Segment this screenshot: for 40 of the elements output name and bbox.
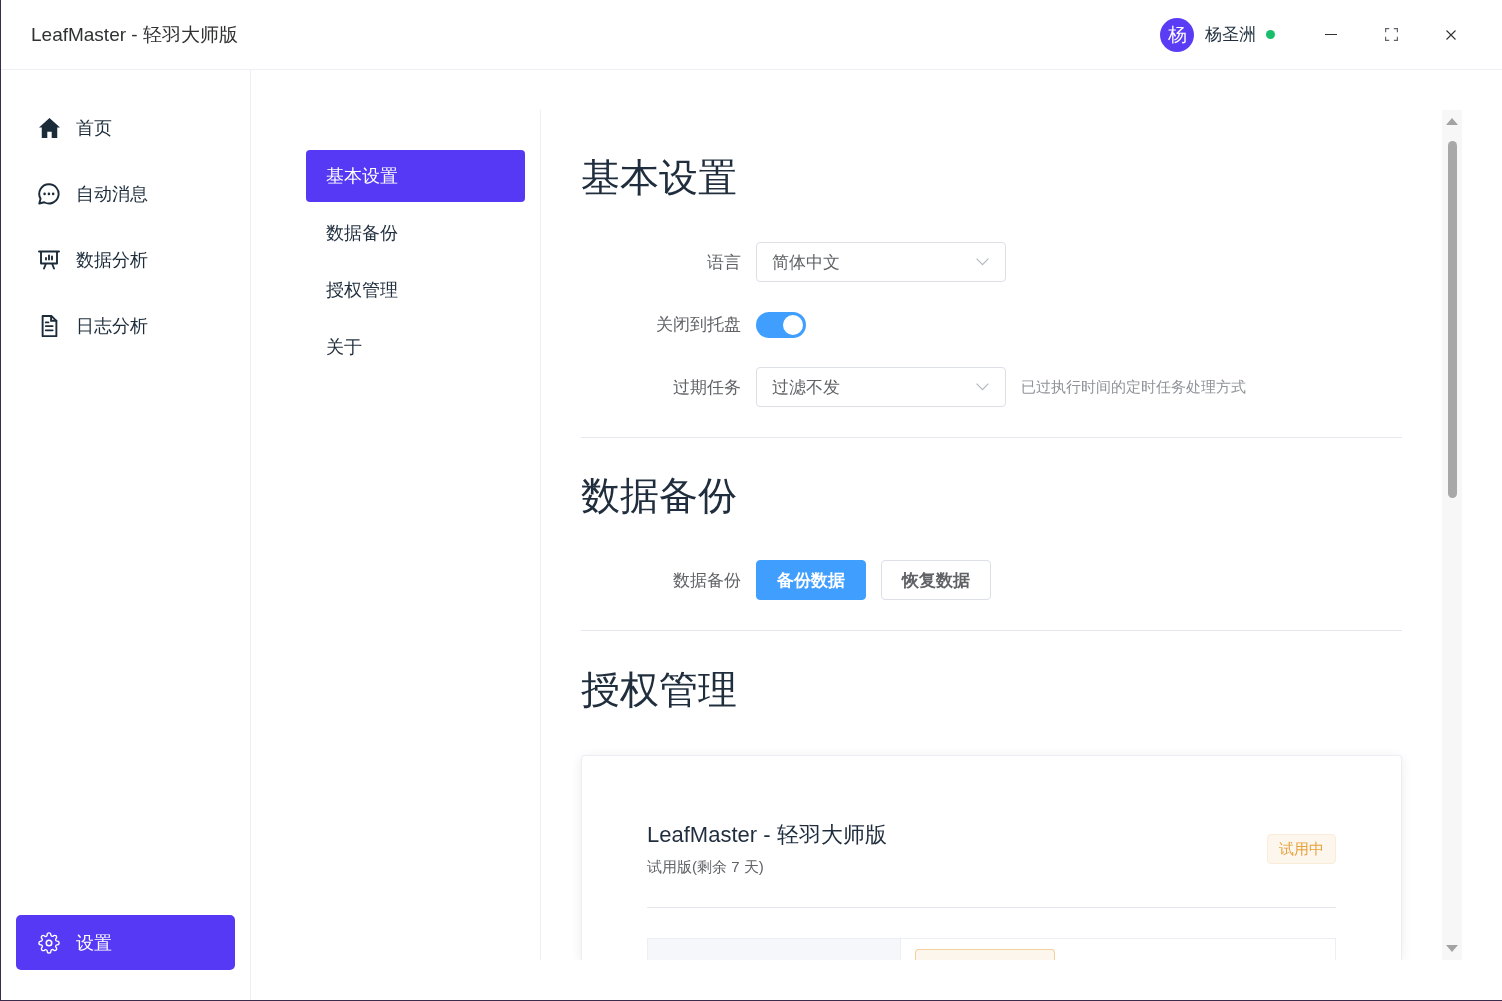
presentation-board-icon (38, 250, 60, 270)
field-label: 关闭到托盘 (656, 314, 741, 336)
chevron-down-icon (976, 258, 989, 266)
dropdown-field[interactable]: 过滤不发 (756, 367, 1006, 407)
field-hint: 已过执行时间的定时任务处理方式 (1021, 377, 1246, 397)
sidebar-item[interactable]: 首页 (16, 103, 235, 153)
close-icon (1446, 29, 1456, 40)
scroll-down-icon[interactable] (1446, 945, 1458, 952)
product-name: LeafMaster - 轻羽大师版 (647, 821, 887, 849)
settings-nav-item[interactable]: 数据备份 (306, 207, 525, 259)
user-name: 杨圣洲 (1205, 24, 1256, 46)
scroll-up-icon[interactable] (1446, 118, 1458, 125)
settings-icon (38, 931, 60, 954)
field-label: 数据备份 (673, 569, 741, 592)
section-heading: 数据备份 (581, 473, 737, 519)
sidebar-item[interactable]: 数据分析 (16, 235, 235, 285)
window-title: LeafMaster - 轻羽大师版 (31, 22, 238, 47)
chevron-down-icon (976, 383, 989, 391)
status-tag: 试用中 (1267, 834, 1336, 864)
section-heading: 授权管理 (581, 667, 737, 713)
action-button[interactable]: 恢复数据 (881, 560, 991, 600)
section-heading: 基本设置 (581, 155, 737, 201)
settings-nav-item[interactable]: 授权管理 (306, 264, 525, 316)
settings-nav-item[interactable]: 关于 (306, 321, 525, 373)
dropdown-field[interactable]: 简体中文 (756, 242, 1006, 282)
field-label: 过期任务 (673, 376, 741, 399)
license-subtitle: 试用版(剩余 7 天) (647, 857, 764, 877)
sidebar-item[interactable]: 自动消息 (16, 169, 235, 219)
toggle-switch[interactable] (756, 311, 806, 338)
document-icon (40, 315, 58, 337)
home-icon (38, 118, 60, 138)
user-avatar[interactable]: 杨 (1160, 17, 1194, 52)
scrollbar-thumb[interactable] (1447, 141, 1457, 498)
sidebar-item[interactable]: 日志分析 (16, 301, 235, 351)
maximize-icon (1384, 28, 1398, 41)
chat-bubble-icon (38, 183, 60, 205)
settings-nav-item[interactable]: 基本设置 (306, 150, 525, 202)
sidebar-item[interactable]: 设置 (16, 915, 235, 970)
minimize-icon (1325, 34, 1337, 35)
field-label: 语言 (707, 251, 741, 274)
